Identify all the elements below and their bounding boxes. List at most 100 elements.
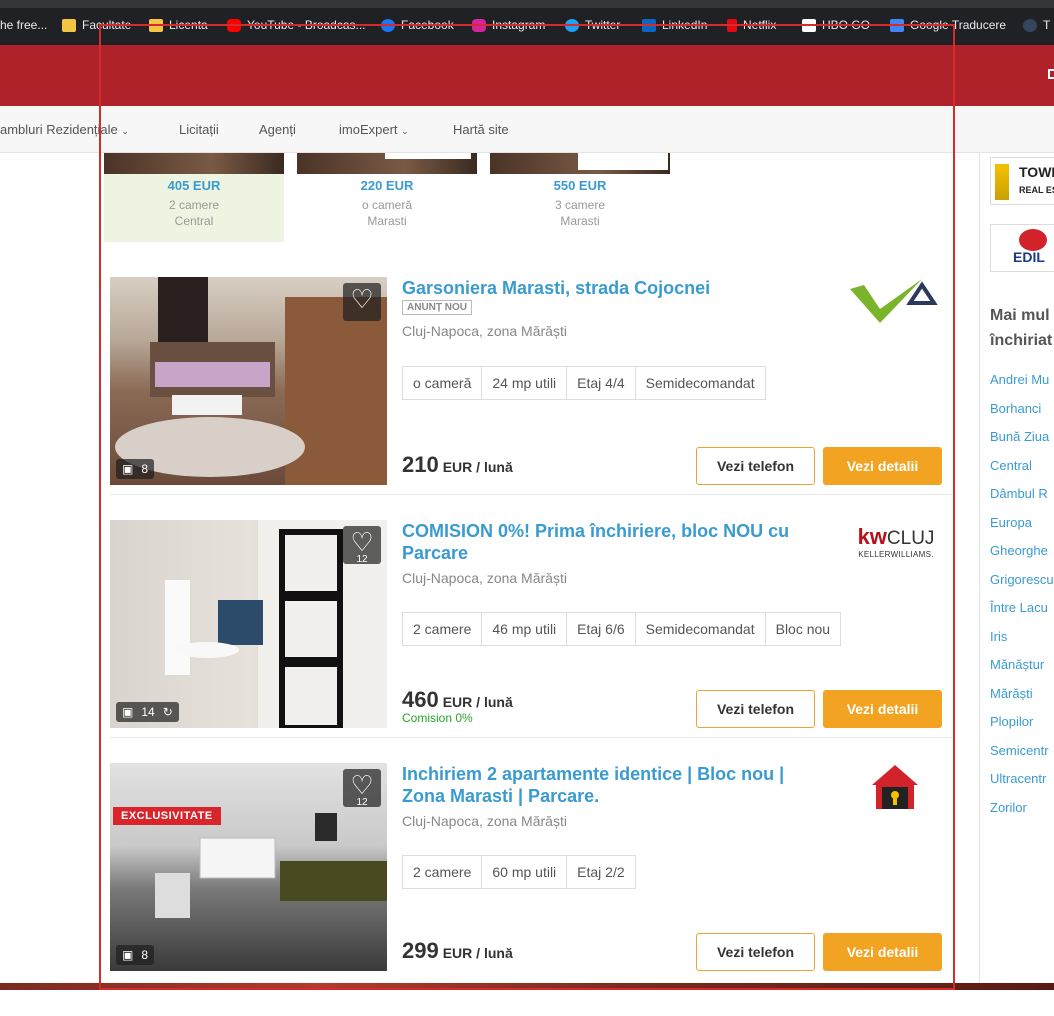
zone-link[interactable]: Andrei Mu bbox=[990, 372, 1054, 401]
edil-icon bbox=[1019, 229, 1047, 251]
listing-photo[interactable]: EXCLUSIVITATE ♡ 12 ▣ 8 bbox=[110, 763, 387, 971]
zone-link[interactable]: Ultracentr bbox=[990, 771, 1054, 800]
zone-link[interactable]: Europa bbox=[990, 515, 1054, 544]
agency-logo[interactable] bbox=[850, 279, 940, 327]
similar-card[interactable]: 220 EUR o cameră Marasti bbox=[297, 153, 477, 242]
zone-link[interactable]: Mănăștur bbox=[990, 657, 1054, 686]
zone-link[interactable]: Mărăști bbox=[990, 686, 1054, 715]
zone-link[interactable]: Plopilor bbox=[990, 714, 1054, 743]
chat-icon[interactable] bbox=[1048, 69, 1054, 79]
similar-photo bbox=[297, 153, 477, 174]
nav-item-imoexpert[interactable]: imoExpert ⌄ bbox=[339, 122, 409, 137]
price-value: 460 bbox=[402, 687, 439, 712]
view-details-button[interactable]: Vezi detalii bbox=[823, 690, 942, 728]
sidebar-agency-logo[interactable]: EDIL bbox=[990, 224, 1054, 272]
bookmark-netflix[interactable]: Netflix bbox=[727, 18, 776, 32]
view-details-button[interactable]: Vezi detalii bbox=[823, 447, 942, 485]
feature-floor: Etaj 4/4 bbox=[567, 367, 636, 399]
price-unit: EUR / lună bbox=[442, 945, 513, 961]
show-phone-button[interactable]: Vezi telefon bbox=[696, 690, 815, 728]
image-icon: ▣ bbox=[122, 948, 134, 962]
sidebar-title-line: închiriat bbox=[990, 332, 1053, 349]
nav-item-ansambluri[interactable]: ambluri Rezidențiale ⌄ bbox=[0, 122, 129, 137]
photo-count-value: 8 bbox=[141, 462, 149, 476]
zone-link[interactable]: Gheorghe bbox=[990, 543, 1054, 572]
favorite-button[interactable]: ♡ 12 bbox=[343, 526, 381, 565]
listing-card: EXCLUSIVITATE ♡ 12 ▣ 8 Inchiriem 2 apartam… bbox=[110, 763, 942, 971]
zone-link[interactable]: Grigorescu bbox=[990, 572, 1054, 601]
linkedin-icon bbox=[642, 18, 656, 32]
listing-title[interactable]: Garsoniera Marasti, strada Cojocnei bbox=[402, 277, 812, 299]
feature-building: Bloc nou bbox=[775, 621, 831, 637]
agency-logo bbox=[578, 153, 668, 170]
listing-photo[interactable]: ♡ ▣ 8 bbox=[110, 277, 387, 485]
new-listing-badge: ANUNȚ NOU bbox=[402, 300, 472, 315]
bookmark-twitter[interactable]: Twitter bbox=[565, 18, 620, 32]
bookmark-label: Instagram bbox=[492, 18, 546, 32]
bookmark-licenta[interactable]: Licenta bbox=[149, 18, 208, 32]
agency-city: CLUJ bbox=[886, 528, 935, 549]
google-translate-icon bbox=[890, 18, 904, 32]
view-details-button[interactable]: Vezi detalii bbox=[823, 933, 942, 971]
bookmark-facultate[interactable]: Facultate bbox=[62, 18, 131, 32]
bookmark-linkedin[interactable]: LinkedIn bbox=[642, 18, 707, 32]
bookmarks-bar: he free... Facultate Licenta YouTube - B… bbox=[0, 0, 1054, 45]
heart-icon: ♡ bbox=[350, 527, 374, 557]
listing-title[interactable]: COMISION 0%! Prima închiriere, bloc NOU … bbox=[402, 520, 812, 564]
bookmark-label: Google Traducere bbox=[910, 18, 1007, 32]
favorite-button[interactable]: ♡ bbox=[343, 283, 381, 321]
tower-icon bbox=[995, 164, 1009, 200]
bookmark-label: Twitter bbox=[585, 18, 621, 32]
zone-link[interactable]: Între Lacu bbox=[990, 600, 1054, 629]
zone-link[interactable]: Semicentr bbox=[990, 743, 1054, 772]
bookmark-hbo-go[interactable]: HBO GO bbox=[802, 18, 870, 32]
show-phone-button[interactable]: Vezi telefon bbox=[696, 447, 815, 485]
agency-logo[interactable]: kwCLUJ KELLERWILLIAMS. bbox=[856, 526, 936, 560]
nav-item-agenti[interactable]: Agenți bbox=[259, 122, 296, 137]
bookmark-youtube[interactable]: YouTube - Broadcas... bbox=[227, 18, 366, 32]
bookmark-item[interactable]: he free... bbox=[0, 18, 47, 32]
zone-link[interactable]: Iris bbox=[990, 629, 1054, 658]
feature-area: 46 mp utili bbox=[482, 613, 568, 645]
similar-zone: Marasti bbox=[560, 214, 600, 228]
tumblr-icon bbox=[1023, 18, 1037, 32]
favorite-button[interactable]: ♡ 12 bbox=[343, 769, 381, 808]
nav-item-licitatii[interactable]: Licitații bbox=[179, 122, 219, 137]
zone-link[interactable]: Zorilor bbox=[990, 800, 1054, 829]
listing-photo[interactable]: ♡ 12 ▣ 14 ↻ bbox=[110, 520, 387, 728]
agency-logo[interactable] bbox=[870, 763, 920, 813]
chevron-down-icon: ⌄ bbox=[401, 126, 409, 136]
similar-card[interactable]: 550 EUR 3 camere Marasti bbox=[490, 153, 670, 242]
bookmark-label: Licenta bbox=[169, 18, 208, 32]
sidebar-agency-logo[interactable]: TOWE REAL EST bbox=[990, 157, 1054, 205]
similar-card[interactable]: 405 EUR 2 camere Central bbox=[104, 153, 284, 242]
bookmark-google-translate[interactable]: Google Traducere bbox=[890, 18, 1006, 32]
similar-price: 550 EUR bbox=[553, 178, 607, 193]
bookmark-facebook[interactable]: Facebook bbox=[381, 18, 454, 32]
listing-title[interactable]: Inchiriem 2 apartamente identice | Bloc … bbox=[402, 763, 812, 807]
price-value: 299 bbox=[402, 938, 439, 963]
sidebar-title-line: Mai mul bbox=[990, 307, 1050, 324]
zone-link[interactable]: Bună Ziua bbox=[990, 429, 1054, 458]
exclusive-badge: EXCLUSIVITATE bbox=[113, 807, 221, 825]
show-phone-button[interactable]: Vezi telefon bbox=[696, 933, 815, 971]
favorite-count: 12 bbox=[356, 797, 368, 808]
bookmark-label: he free... bbox=[0, 18, 48, 32]
listing-price: 460 EUR / lună bbox=[402, 687, 513, 713]
bookmark-tumblr[interactable]: T bbox=[1023, 18, 1050, 32]
feature-floor: Etaj 6/6 bbox=[567, 613, 636, 645]
facebook-icon bbox=[381, 18, 395, 32]
bookmark-instagram[interactable]: Instagram bbox=[472, 18, 545, 32]
sidebar: TOWE REAL EST EDIL Mai mul închiriat Andr… bbox=[979, 153, 1054, 983]
photo-count-value: 8 bbox=[141, 948, 149, 962]
zone-link[interactable]: Central bbox=[990, 458, 1054, 487]
zone-link[interactable]: Dâmbul R bbox=[990, 486, 1054, 515]
agency-subtitle: KELLERWILLIAMS. bbox=[858, 550, 934, 559]
listing-card: ♡ 12 ▣ 14 ↻ COMISION 0%! Prima închiriere, … bbox=[110, 520, 942, 728]
listing-features: 2 camere 60 mp utili Etaj 2/2 bbox=[402, 855, 636, 889]
zone-link[interactable]: Borhanci bbox=[990, 401, 1054, 430]
listing-separator bbox=[110, 494, 952, 495]
image-icon: ▣ bbox=[122, 705, 134, 719]
nav-label: imoExpert bbox=[339, 122, 398, 137]
nav-item-harta-site[interactable]: Hartă site bbox=[453, 122, 509, 137]
